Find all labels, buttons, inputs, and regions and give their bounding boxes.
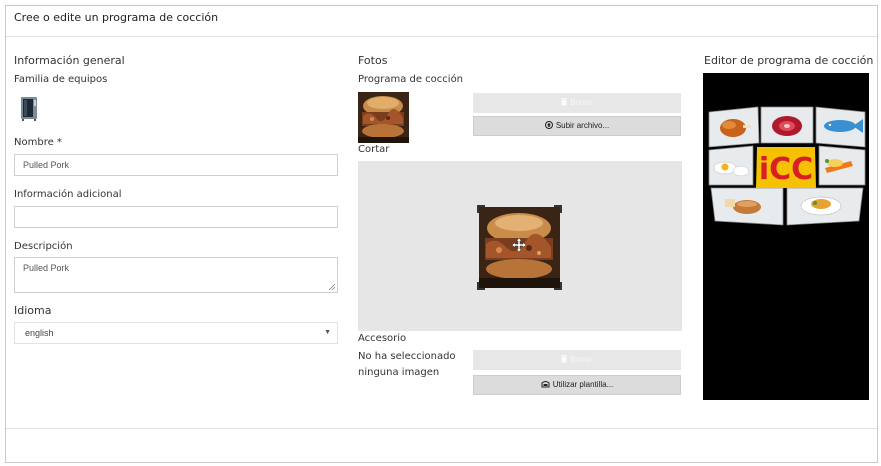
upload-file-label: Subir archivo... (555, 121, 610, 130)
additional-info-field[interactable] (14, 206, 338, 228)
upload-icon (544, 118, 553, 136)
equipment-family-label: Familia de equipos (14, 74, 108, 85)
icc-logo-text: iCC (759, 152, 813, 187)
name-label: Nombre * (14, 137, 62, 148)
delete-accessory-label: Borrar (570, 355, 593, 364)
cooking-category-wheel: iCC (708, 106, 866, 226)
photos-section-title: Fotos (358, 54, 388, 67)
cooking-program-photo-label: Programa de cocción (358, 74, 464, 85)
crop-handle-bottom-right[interactable] (554, 282, 562, 290)
crop-label: Cortar (358, 144, 390, 155)
crop-image[interactable] (477, 205, 562, 290)
combi-oven-icon[interactable] (20, 96, 38, 122)
icc-logo[interactable]: iCC (756, 147, 816, 188)
upload-file-button[interactable]: Subir archivo... (473, 116, 681, 136)
use-template-label: Utilizar plantilla... (552, 380, 614, 389)
crop-handle-top-right[interactable] (554, 205, 562, 213)
dialog: Cree o edite un programa de cocción Info… (5, 5, 878, 463)
name-field[interactable]: Pulled Pork (14, 154, 338, 176)
use-template-button[interactable]: Utilizar plantilla... (473, 375, 681, 395)
crop-area[interactable] (358, 161, 682, 331)
description-label: Descripción (14, 241, 73, 252)
delete-photo-label: Borrar (570, 98, 593, 107)
language-selected-value: english (25, 328, 54, 338)
description-field[interactable]: Pulled Pork (14, 257, 338, 293)
accessory-label: Accesorio (358, 333, 407, 344)
language-label: Idioma (14, 304, 52, 317)
language-select[interactable]: english ▼ (14, 322, 338, 344)
trash-icon (561, 351, 568, 371)
general-section-title: Información general (14, 54, 125, 67)
resize-grip-icon[interactable] (329, 284, 335, 290)
program-editor-panel[interactable]: iCC (703, 73, 869, 400)
move-icon[interactable] (511, 237, 527, 253)
crop-handle-bottom-left[interactable] (477, 282, 485, 290)
dialog-header: Cree o edite un programa de cocción (6, 6, 877, 37)
crop-handle-top-left[interactable] (477, 205, 485, 213)
template-icon (541, 377, 550, 395)
no-image-text-line2: ninguna imagen (358, 367, 440, 378)
desserts-icon[interactable] (800, 196, 842, 216)
footer-divider (6, 428, 877, 429)
chevron-down-icon: ▼ (324, 329, 331, 336)
delete-photo-button[interactable]: Borrar (473, 93, 681, 113)
dialog-title: Cree o edite un programa de cocción (14, 11, 219, 24)
delete-accessory-button[interactable]: Borrar (473, 350, 681, 370)
no-image-text-line1: No ha seleccionado (358, 351, 456, 362)
additional-info-label: Información adicional (14, 189, 122, 200)
cooking-program-thumbnail (358, 92, 409, 143)
description-text: Pulled Pork (23, 263, 70, 273)
trash-icon (561, 94, 568, 114)
meat-icon[interactable] (772, 116, 802, 136)
program-editor-title: Editor de programa de cocción (704, 54, 874, 67)
